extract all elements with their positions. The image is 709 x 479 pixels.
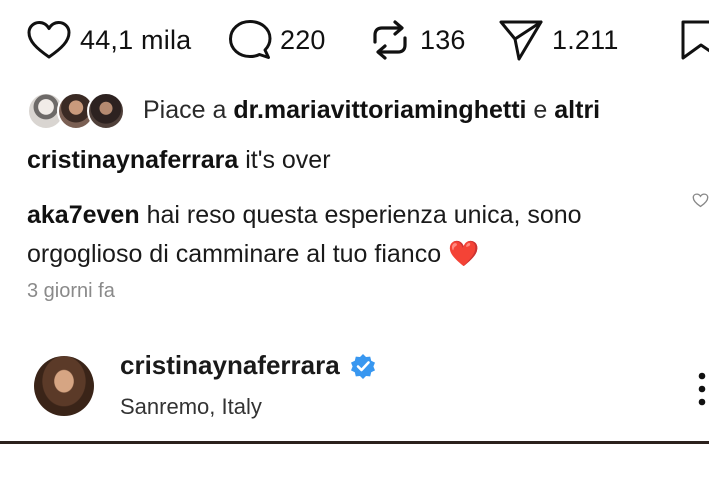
liked-by-user-link[interactable]: dr.mariavittoriaminghetti xyxy=(233,96,526,124)
comment-button[interactable]: 220 xyxy=(228,18,326,62)
post-caption: cristinaynaferrara it's over xyxy=(27,146,331,175)
repost-button[interactable]: 136 xyxy=(368,18,466,62)
comment-count: 220 xyxy=(280,24,326,55)
repost-icon xyxy=(373,20,407,60)
heart-icon xyxy=(27,21,71,59)
like-button[interactable]: 44,1 mila xyxy=(26,18,191,62)
caption-username[interactable]: cristinaynaferrara xyxy=(27,146,238,174)
liked-by-prefix: Piace a xyxy=(143,95,227,124)
bookmark-button[interactable] xyxy=(680,20,709,65)
avatar xyxy=(87,92,125,130)
profile-username[interactable]: cristinaynaferrara xyxy=(120,350,340,381)
like-count: 44,1 mila xyxy=(80,24,192,55)
comment-item: aka7even hai reso questa esperienza unic… xyxy=(27,196,677,274)
comment-username[interactable]: aka7even xyxy=(27,201,140,229)
profile-name: cristinaynaferrara xyxy=(120,350,376,381)
share-icon xyxy=(499,20,543,61)
liked-by-others-link[interactable]: altri xyxy=(554,96,600,124)
comment-timestamp: 3 giorni fa xyxy=(27,280,115,302)
avatar[interactable] xyxy=(34,356,94,416)
small-heart-icon xyxy=(692,193,709,208)
more-options-icon xyxy=(698,372,706,406)
profile-location[interactable]: Sanremo, Italy xyxy=(120,394,262,420)
caption-text: it's over xyxy=(245,146,331,174)
liked-by-conjunction: e xyxy=(533,95,548,124)
repost-count: 136 xyxy=(420,24,466,55)
liked-by-text: Piace a dr.mariavittoriaminghetti e altr… xyxy=(143,96,600,125)
divider xyxy=(0,441,709,444)
more-options-button[interactable] xyxy=(697,372,707,411)
comment-bubble-icon xyxy=(229,20,272,59)
share-button[interactable]: 1.211 xyxy=(498,18,619,62)
liker-avatars xyxy=(27,90,127,130)
share-count: 1.211 xyxy=(552,24,619,55)
verified-badge-icon xyxy=(350,353,375,379)
comment-like-button[interactable] xyxy=(692,192,709,214)
bookmark-icon xyxy=(681,20,709,60)
heart-emoji: ❤️ xyxy=(448,240,480,268)
liked-by-row[interactable]: Piace a dr.mariavittoriaminghetti e altr… xyxy=(27,88,600,132)
